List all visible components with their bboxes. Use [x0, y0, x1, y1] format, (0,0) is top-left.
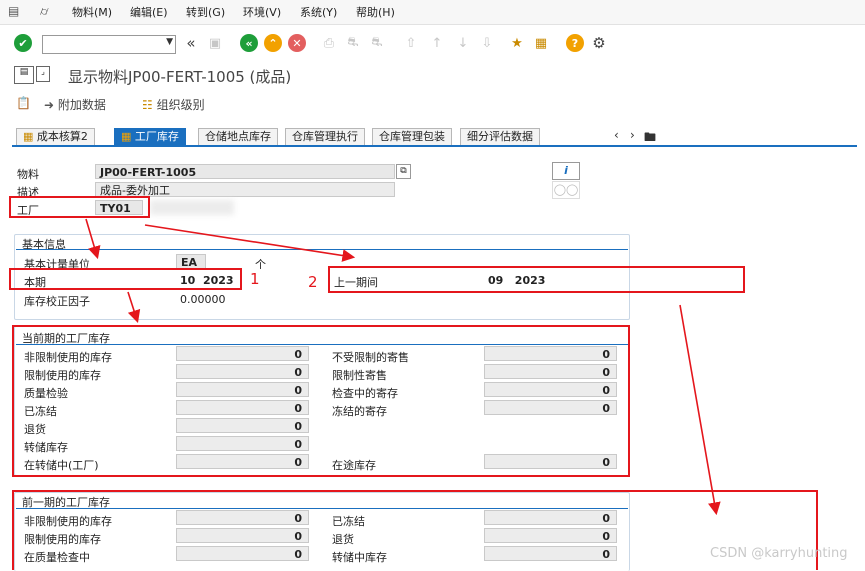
- annotation-arrows: [85, 218, 721, 516]
- watermark: CSDN @karryhunting: [710, 546, 848, 561]
- arrow-plant-to-period: [85, 218, 101, 260]
- arrow-prev-period-to-previous-stock: [679, 304, 721, 516]
- arrow-period-to-current-stock: [127, 291, 141, 324]
- arrow-plant-to-prev-period: [144, 224, 356, 262]
